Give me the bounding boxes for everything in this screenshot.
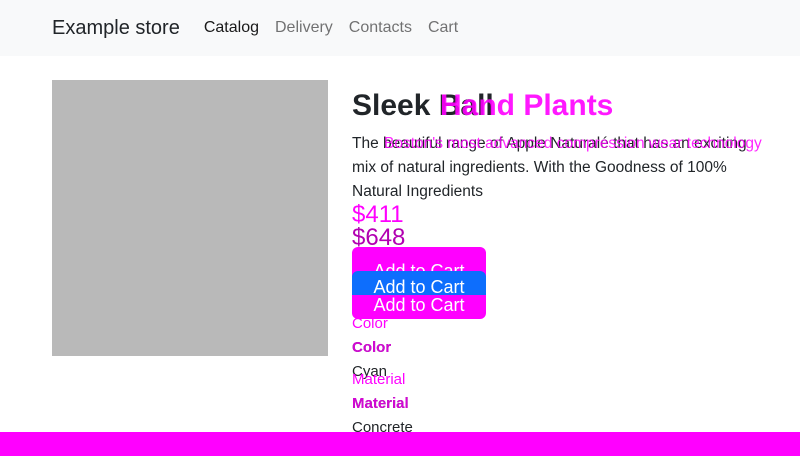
main-nav: Catalog Delivery Contacts Cart [204, 19, 458, 37]
nav-cart[interactable]: Cart [428, 19, 458, 37]
brand-link[interactable]: Example store [52, 17, 180, 40]
top-navbar: Example store Catalog Delivery Contacts … [0, 0, 800, 56]
nav-contacts[interactable]: Contacts [349, 19, 412, 37]
attr-material-label-ghost-bold: Material [352, 395, 409, 412]
product-title-ghost: Hand Plants [440, 89, 614, 122]
attr-color-label-ghost: Color [352, 315, 388, 332]
nav-catalog[interactable]: Catalog [204, 19, 259, 37]
attr-color-label-ghost-bold: Color [352, 339, 392, 356]
product-image-placeholder [52, 80, 328, 356]
bottom-accent-bar [0, 432, 800, 456]
add-to-cart-button-overlay[interactable]: Add to Cart [352, 271, 486, 295]
nav-delivery[interactable]: Delivery [275, 19, 333, 37]
product-description-ghost: Boston's most advanced compression wear … [384, 135, 762, 152]
attr-material-label-ghost: Material [352, 371, 406, 388]
